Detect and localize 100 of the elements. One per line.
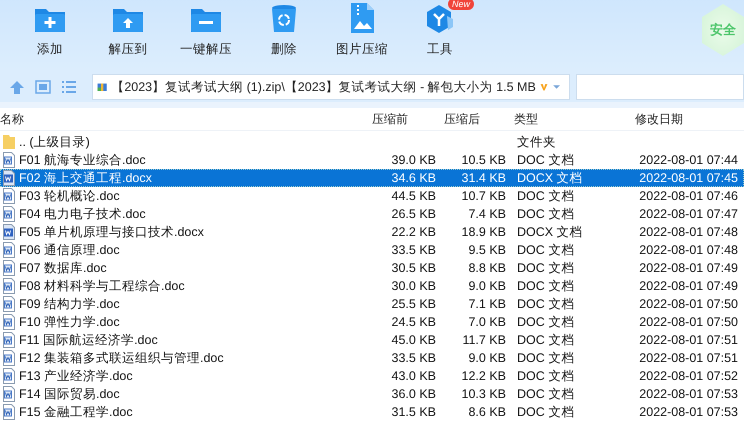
modified-date: 2022-08-01 07:51	[638, 351, 739, 365]
modified-date: 2022-08-01 07:45	[638, 171, 739, 185]
file-row[interactable]: F11 国际航运经济学.doc 45.0 KB 11.7 KB DOC 文档 2022-08-01 07:51	[0, 331, 744, 349]
file-row[interactable]: F12 集装箱多式联运组织与管理.doc 33.5 KB 9.0 KB DOC 文档 2022-08-01 07:51	[0, 349, 744, 367]
size-before: 36.0 KB	[390, 387, 437, 401]
size-before: 24.5 KB	[390, 315, 437, 329]
column-header[interactable]: 压缩后	[440, 110, 510, 128]
size-after: 8.8 KB	[467, 261, 507, 275]
size-before: 45.0 KB	[390, 333, 437, 347]
word-document-icon	[2, 332, 16, 348]
size-after: 9.5 KB	[467, 243, 507, 257]
size-before: 34.6 KB	[390, 171, 437, 185]
word-document-icon	[2, 368, 16, 384]
file-row[interactable]: F09 结构力学.doc 25.5 KB 7.1 KB DOC 文档 2022-08-01 07:50	[0, 295, 744, 313]
file-name: F13 产业经济学.doc	[19, 368, 133, 384]
file-row[interactable]: F02 海上交通工程.docx 34.6 KB 31.4 KB DOCX 文档 2022-08-01 07:45	[0, 169, 744, 187]
word-document-icon	[2, 206, 16, 222]
file-name: F01 航海专业综合.doc	[19, 152, 146, 168]
size-before: 43.0 KB	[390, 369, 437, 383]
view-icon[interactable]	[34, 79, 52, 95]
toolbar-button[interactable]: 一键解压	[170, 0, 242, 66]
modified-date: 2022-08-01 07:50	[638, 297, 739, 311]
toolbar-button[interactable]: 删除	[248, 0, 320, 66]
column-header[interactable]: 修改日期	[631, 110, 744, 128]
modified-date: 2022-08-01 07:48	[638, 225, 739, 239]
file-row[interactable]: F15 金融工程学.doc 31.5 KB 8.6 KB DOC 文档 2022-08-01 07:53	[0, 403, 744, 421]
file-row[interactable]: F05 单片机原理与接口技术.docx 22.2 KB 18.9 KB DOCX 文档 2022-08-01 07:48	[0, 223, 744, 241]
image-file-icon	[349, 2, 375, 34]
size-after: 7.0 KB	[467, 315, 507, 329]
size-after: 8.6 KB	[467, 405, 507, 419]
word-document-icon	[2, 242, 16, 258]
folder-upload-icon	[111, 6, 145, 34]
file-type: DOC 文档	[516, 206, 576, 222]
file-row[interactable]: F03 轮机概论.doc 44.5 KB 10.7 KB DOC 文档 2022-08-01 07:46	[0, 187, 744, 205]
toolbar-button[interactable]: New 工具	[404, 0, 476, 66]
file-row[interactable]: F01 航海专业综合.doc 39.0 KB 10.5 KB DOC 文档 2022-08-01 07:44	[0, 151, 744, 169]
modified-date: 2022-08-01 07:49	[638, 261, 739, 275]
new-badge: New	[448, 0, 474, 10]
file-name: .. (上级目录)	[19, 134, 90, 150]
file-row[interactable]: F04 电力电子技术.doc 26.5 KB 7.4 KB DOC 文档 2022-08-01 07:47	[0, 205, 744, 223]
recycle-bin-icon	[270, 4, 298, 34]
toolbar-button[interactable]: 添加	[14, 0, 86, 66]
modified-date: 2022-08-01 07:53	[638, 387, 739, 401]
file-name: F09 结构力学.doc	[19, 296, 120, 312]
size-after: 10.7 KB	[460, 189, 507, 203]
size-before: 30.5 KB	[390, 261, 437, 275]
file-row[interactable]: F13 产业经济学.doc 43.0 KB 12.2 KB DOC 文档 2022-08-01 07:52	[0, 367, 744, 385]
file-name: F10 弹性力学.doc	[19, 314, 120, 330]
folder-minus-icon	[189, 6, 223, 34]
file-type: DOC 文档	[516, 404, 576, 420]
size-after: 10.3 KB	[460, 387, 507, 401]
folder-plus-icon	[33, 6, 67, 34]
file-type: DOC 文档	[516, 242, 576, 258]
file-row[interactable]: F10 弹性力学.doc 24.5 KB 7.0 KB DOC 文档 2022-08-01 07:50	[0, 313, 744, 331]
file-row[interactable]: F14 国际贸易.doc 36.0 KB 10.3 KB DOC 文档 2022-08-01 07:53	[0, 385, 744, 403]
file-row[interactable]: F08 材料科学与工程综合.doc 30.0 KB 9.0 KB DOC 文档 2022-08-01 07:49	[0, 277, 744, 295]
size-after: 31.4 KB	[460, 171, 507, 185]
modified-date: 2022-08-01 07:47	[638, 207, 739, 221]
word-document-icon	[2, 224, 16, 240]
column-header[interactable]: 压缩前	[368, 110, 440, 128]
modified-date: 2022-08-01 07:49	[638, 279, 739, 293]
word-document-icon	[2, 188, 16, 204]
size-before: 30.0 KB	[390, 279, 437, 293]
file-name: F15 金融工程学.doc	[19, 404, 133, 420]
file-row[interactable]: F07 数据库.doc 30.5 KB 8.8 KB DOC 文档 2022-08-01 07:49	[0, 259, 744, 277]
column-header[interactable]: 类型	[510, 110, 631, 128]
size-before: 31.5 KB	[390, 405, 437, 419]
file-type: DOC 文档	[516, 332, 576, 348]
file-type: DOC 文档	[516, 386, 576, 402]
modified-date: 2022-08-01 07:51	[638, 333, 739, 347]
toolbar-button[interactable]: 解压到	[92, 0, 164, 66]
word-document-icon	[2, 386, 16, 402]
file-name: F08 材料科学与工程综合.doc	[19, 278, 185, 294]
size-after: 12.2 KB	[460, 369, 507, 383]
up-arrow-icon[interactable]	[8, 79, 26, 95]
size-before: 22.2 KB	[390, 225, 437, 239]
folder-icon	[2, 134, 16, 150]
size-before: 25.5 KB	[390, 297, 437, 311]
column-header[interactable]: 名称	[0, 110, 368, 128]
modified-date: 2022-08-01 07:53	[638, 405, 739, 419]
modified-date: 2022-08-01 07:44	[638, 153, 739, 167]
word-document-icon	[2, 170, 16, 186]
size-before: 39.0 KB	[390, 153, 437, 167]
search-field[interactable]	[576, 74, 744, 100]
file-row[interactable]: F06 通信原理.doc 33.5 KB 9.5 KB DOC 文档 2022-08-01 07:48	[0, 241, 744, 259]
size-after: 18.9 KB	[460, 225, 507, 239]
file-name: F14 国际贸易.doc	[19, 386, 120, 402]
toolbar-button[interactable]: 图片压缩	[326, 0, 398, 66]
file-type: DOCX 文档	[516, 170, 584, 186]
file-name: F03 轮机概论.doc	[19, 188, 120, 204]
file-row[interactable]: .. (上级目录) 文件夹	[0, 133, 744, 151]
address-field[interactable]: 【2023】复试考试大纲 (1).zip\【2023】复试考试大纲 - 解包大小为 1.5 MB	[92, 74, 570, 100]
word-document-icon	[2, 296, 16, 312]
file-type: 文件夹	[516, 134, 557, 150]
file-type: DOC 文档	[516, 314, 576, 330]
file-name: F02 海上交通工程.docx	[19, 170, 152, 186]
word-document-icon	[2, 152, 16, 168]
size-after: 9.0 KB	[467, 279, 507, 293]
list-view-icon[interactable]	[60, 79, 78, 95]
size-after: 9.0 KB	[467, 351, 507, 365]
